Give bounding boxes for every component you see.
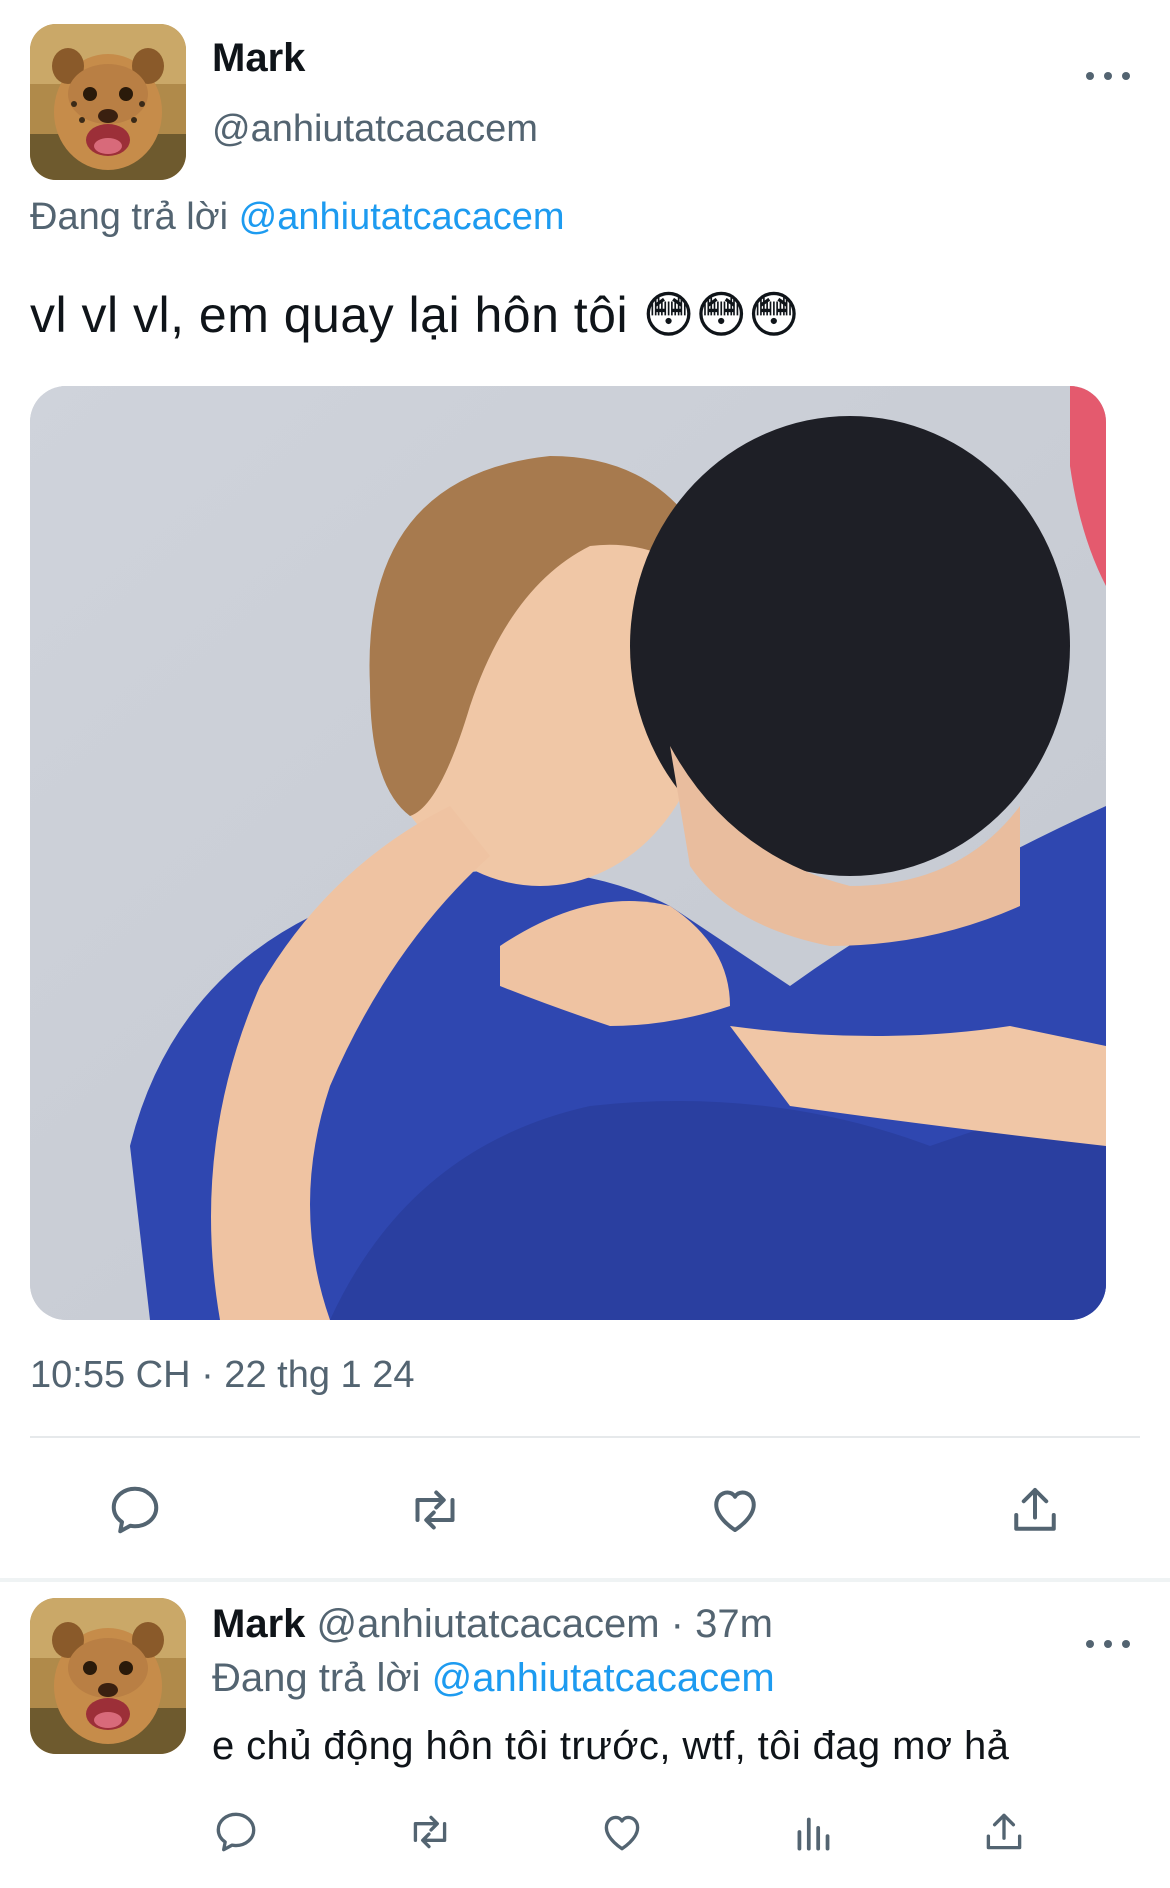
replying-to-mention[interactable]: @anhiutatcacacem <box>239 196 565 238</box>
tweet-text: vl vl vl, em quay lại hôn tôi 😳😳😳 <box>30 287 801 343</box>
user-handle[interactable]: @anhiutatcacacem <box>212 108 538 151</box>
dot <box>1086 1640 1094 1648</box>
replying-to-line: Đang trả lời @anhiutatcacacem <box>30 196 565 239</box>
display-name[interactable]: Mark <box>212 36 305 81</box>
reply-action-bar <box>0 1800 1170 1870</box>
tweet-photo[interactable] <box>30 386 1106 1320</box>
tweet-action-bar <box>0 1470 1170 1550</box>
reply-replying-to-line: Đang trả lời @anhiutatcacacem <box>212 1656 775 1701</box>
reply-icon <box>111 1486 159 1534</box>
more-options-icon[interactable] <box>1086 56 1130 96</box>
dot <box>1122 72 1130 80</box>
share-button[interactable] <box>972 1800 1036 1864</box>
reply-header: Mark @anhiutatcacacem · 37m <box>212 1602 773 1647</box>
reply-avatar[interactable] <box>30 1598 186 1754</box>
reply-button[interactable] <box>95 1470 175 1550</box>
share-icon <box>986 1813 1022 1850</box>
replying-to-mention[interactable]: @anhiutatcacacem <box>432 1656 775 1700</box>
reply-button[interactable] <box>204 1800 268 1864</box>
reply-display-name[interactable]: Mark <box>212 1602 305 1646</box>
replying-to-label: Đang trả lời <box>212 1656 421 1700</box>
like-icon <box>604 1815 640 1851</box>
main-tweet: Mark @anhiutatcacacem Đang trả lời @anhi… <box>0 0 1170 1582</box>
tweet-thread-page: Mark @anhiutatcacacem Đang trả lời @anhi… <box>0 0 1170 1888</box>
like-button[interactable] <box>695 1470 775 1550</box>
views-icon <box>797 1817 830 1851</box>
share-icon <box>1014 1488 1056 1531</box>
cheetah-cub-avatar-image <box>30 1598 186 1754</box>
dot <box>1086 72 1094 80</box>
reply-time[interactable]: 37m <box>695 1602 773 1646</box>
retweet-button[interactable] <box>398 1800 462 1864</box>
views-button[interactable] <box>782 1800 846 1864</box>
retweet-button[interactable] <box>395 1470 475 1550</box>
cheetah-cub-avatar-image <box>30 24 186 180</box>
retweet-icon <box>415 1490 455 1530</box>
dot <box>1104 72 1112 80</box>
reply-handle[interactable]: @anhiutatcacacem <box>317 1602 660 1646</box>
section-separator <box>0 1578 1170 1582</box>
kiss-photo-image <box>30 386 1106 1320</box>
replying-to-label: Đang trả lời <box>30 196 229 238</box>
tweet-timestamp[interactable]: 10:55 CH · 22 thg 1 24 <box>30 1354 414 1397</box>
reply-more-options-icon[interactable] <box>1086 1624 1130 1664</box>
like-button[interactable] <box>590 1800 654 1864</box>
avatar[interactable] <box>30 24 186 180</box>
divider <box>30 1436 1140 1438</box>
like-icon <box>714 1490 756 1532</box>
retweet-icon <box>413 1815 447 1849</box>
dot <box>1104 1640 1112 1648</box>
share-button[interactable] <box>995 1470 1075 1550</box>
reply-tweet-text: e chủ động hôn tôi trước, wtf, tôi đag m… <box>212 1724 1010 1768</box>
reply-icon <box>216 1812 256 1852</box>
dot <box>1122 1640 1130 1648</box>
header-separator: · <box>670 1602 684 1646</box>
